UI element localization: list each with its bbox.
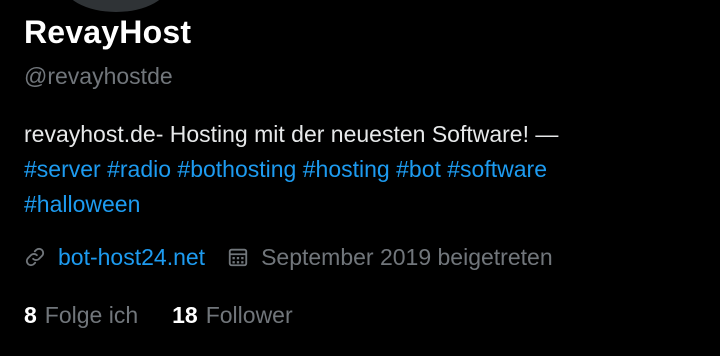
following-count: 8 — [24, 301, 37, 328]
hashtag-link[interactable]: #software — [447, 156, 547, 182]
hashtag-link[interactable]: #halloween — [24, 191, 140, 217]
hashtag-link[interactable]: #server — [24, 156, 101, 182]
followers-count: 18 — [172, 301, 198, 328]
profile-stats: 8 Folge ich 18 Follower — [24, 298, 293, 332]
hashtag-link[interactable]: #hosting — [303, 156, 390, 182]
profile-handle: @revayhostde — [24, 63, 173, 89]
profile-bio: revayhost.de- Hosting mit der neuesten S… — [24, 117, 704, 222]
profile-meta-row: bot-host24.net September 2019 beigetrete… — [24, 240, 553, 274]
following-link[interactable]: 8 Folge ich — [24, 302, 138, 329]
joined-date: September 2019 beigetreten — [261, 243, 553, 270]
bio-text: revayhost.de- Hosting mit der neuesten S… — [24, 121, 559, 147]
hashtag-link[interactable]: #bot — [396, 156, 441, 182]
followers-label: Follower — [205, 301, 293, 328]
link-icon — [24, 246, 46, 268]
hashtag-link[interactable]: #bothosting — [177, 156, 296, 182]
hashtag-link[interactable]: #radio — [107, 156, 171, 182]
calendar-icon — [227, 246, 249, 268]
website-link[interactable]: bot-host24.net — [58, 244, 205, 271]
following-label: Folge ich — [44, 301, 139, 328]
followers-link[interactable]: 18 Follower — [172, 302, 293, 329]
profile-display-name: RevayHost — [24, 14, 192, 50]
